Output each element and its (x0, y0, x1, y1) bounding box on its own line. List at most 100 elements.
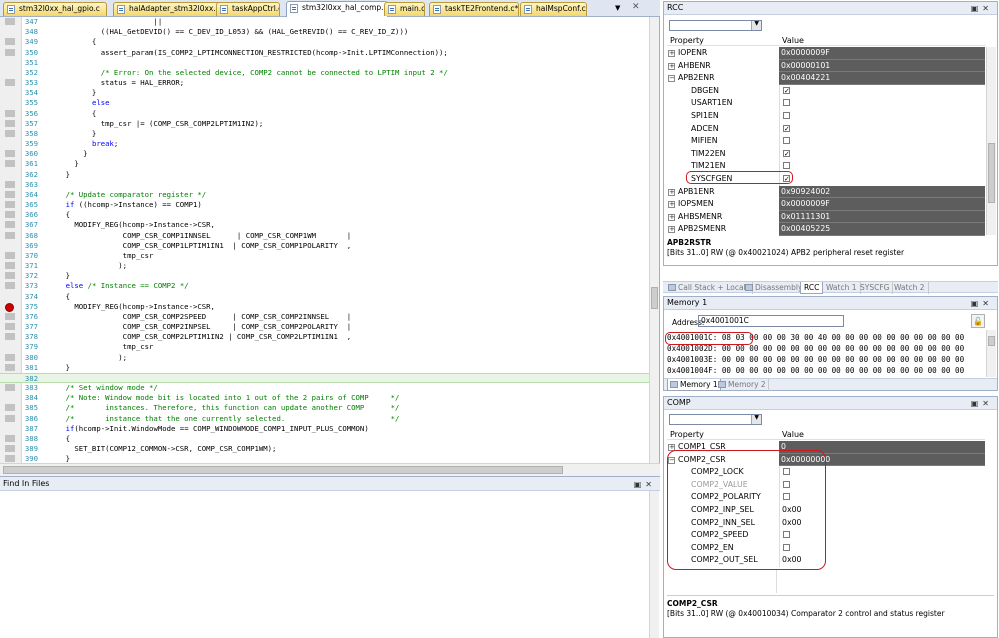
code-line[interactable]: 390 } (0, 454, 659, 463)
checkbox[interactable] (783, 137, 790, 145)
checkbox[interactable]: ✓ (783, 124, 790, 132)
memory-line[interactable]: 0x4001004F: 00 00 00 00 00 00 00 00 00 0… (667, 365, 964, 376)
property-row[interactable]: ADCEN ✓ (667, 122, 985, 136)
close-icon[interactable]: ✕ (632, 2, 640, 12)
code-line[interactable]: 383 /* Set window mode */ (0, 383, 659, 393)
checkbox[interactable] (783, 112, 790, 119)
code-line[interactable]: 356 { (0, 109, 659, 119)
code-line[interactable]: 371 ); (0, 261, 659, 271)
comp-filter-dropdown[interactable]: ▼ (669, 414, 762, 425)
tab-stm32l0xx-hal-gpio[interactable]: stm32l0xx_hal_gpio.c (3, 2, 107, 16)
property-row[interactable]: + APB2SMENR 0x00405225 (667, 223, 985, 236)
code-line[interactable]: 355 else (0, 98, 659, 108)
code-line[interactable]: 372 } (0, 271, 659, 281)
tab-watch-2[interactable]: Watch 2 (891, 282, 929, 294)
tab-memory-2[interactable]: Memory 2 (716, 379, 770, 391)
tab-disassembly[interactable]: Disassembly (743, 282, 806, 294)
code-line[interactable]: 353 status = HAL_ERROR; (0, 78, 659, 88)
code-line[interactable]: 389 SET_BIT(COMP12_COMMON->CSR, COMP_CSR… (0, 444, 659, 454)
memory-line[interactable]: 0x4001003E: 00 00 00 00 00 00 00 00 00 0… (667, 354, 964, 365)
address-input[interactable]: 0x4001001C (698, 315, 844, 327)
code-line[interactable]: 357 tmp_csr |= (COMP_CSR_COMP2LPTIM1IN2)… (0, 119, 659, 129)
code-line[interactable]: 362 } (0, 170, 659, 180)
property-row[interactable]: − APB2ENR 0x00404221 (667, 72, 985, 85)
property-row[interactable]: + AHBENR 0x00000101 (667, 59, 985, 73)
property-row[interactable]: TIM22EN ✓ (667, 147, 985, 161)
code-line[interactable]: 352 /* Error: On the selected device, CO… (0, 68, 659, 78)
property-row[interactable]: + IOPSMEN 0x0000009F (667, 198, 985, 211)
code-line[interactable]: 365 if ((hcomp->Instance) == COMP1) (0, 200, 659, 210)
property-value[interactable] (779, 160, 985, 173)
pane-window-buttons[interactable]: ▣✕ (971, 298, 993, 310)
scrollbar-thumb[interactable] (651, 287, 658, 309)
rcc-filter-dropdown[interactable]: ▼ (669, 20, 762, 31)
hscroll-thumb[interactable] (3, 466, 563, 474)
code-line[interactable]: 367 MODIFY_REG(hcomp->Instance->CSR, (0, 220, 659, 230)
expand-icon[interactable]: + (668, 201, 675, 209)
property-row[interactable]: SPI1EN (667, 110, 985, 123)
code-line[interactable]: 351 (0, 58, 659, 68)
code-line[interactable]: 348 ((HAL_GetDEVID() == C_DEV_ID_L053) &… (0, 27, 659, 37)
tab-halmspconf[interactable]: halMspConf.c (520, 2, 587, 16)
tab-haladapter[interactable]: halAdapter_stm32l0xx.c (113, 2, 223, 16)
code-line[interactable]: 366 { (0, 210, 659, 220)
property-value[interactable]: 0x90924002 (779, 185, 985, 199)
collapse-icon[interactable]: − (668, 75, 675, 83)
property-value[interactable]: ✓ (779, 147, 985, 161)
code-line[interactable]: 380 ); (0, 353, 659, 363)
rcc-vertical-scrollbar[interactable] (986, 47, 996, 235)
rcc-property-grid[interactable]: + IOPENR 0x0000009F + AHBENR 0x00000101− APB2E… (667, 47, 985, 236)
property-value[interactable]: 0x0000009F (779, 47, 985, 60)
tab-syscfg[interactable]: SYSCFG (857, 282, 894, 294)
code-line[interactable]: 385 /* instances. Therefore, this functi… (0, 403, 659, 413)
checkbox[interactable] (783, 99, 790, 107)
lock-icon[interactable]: 🔓 (971, 314, 985, 328)
code-line[interactable]: 350 assert_param(IS_COMP2_LPTIMCONNECTIO… (0, 48, 659, 58)
code-line[interactable]: 386 /* instance that the one currently s… (0, 414, 659, 424)
expand-icon[interactable]: + (668, 50, 675, 57)
code-line[interactable]: 363 (0, 180, 659, 190)
code-line[interactable]: 388 { (0, 434, 659, 444)
tab-list-dropdown-icon[interactable]: ▼ (615, 4, 625, 12)
code-line[interactable]: 374 { (0, 292, 659, 302)
tab-memory-1[interactable]: Memory 1 (667, 379, 722, 391)
code-line[interactable]: 354 } (0, 88, 659, 98)
find-vertical-scrollbar[interactable] (649, 491, 659, 638)
property-value[interactable] (779, 135, 985, 148)
code-line[interactable]: 359 break; (0, 139, 659, 149)
checkbox[interactable]: ✓ (783, 86, 790, 94)
scrollbar-thumb[interactable] (988, 143, 995, 203)
code-line[interactable]: 364 /* Update comparator register */ (0, 190, 659, 200)
editor-vertical-scrollbar[interactable] (649, 17, 659, 463)
code-line[interactable]: 377 COMP_CSR_COMP2INPSEL | COMP_CSR_COMP… (0, 322, 659, 332)
property-row[interactable]: USART1EN (667, 97, 985, 110)
tab-tasktE2frontend[interactable]: taskTE2Frontend.c* (429, 2, 519, 16)
tab-watch-1[interactable]: Watch 1 (823, 282, 861, 294)
checkbox[interactable] (783, 162, 790, 170)
property-row[interactable]: + APB1ENR 0x90924002 (667, 185, 985, 199)
pane-window-buttons[interactable]: ▣✕ (634, 478, 656, 491)
property-row[interactable]: DBGEN ✓ (667, 84, 985, 98)
memory-vertical-scrollbar[interactable] (986, 330, 996, 377)
code-line[interactable]: 375 MODIFY_REG(hcomp->Instance->CSR, (0, 302, 659, 312)
property-row[interactable]: + IOPENR 0x0000009F (667, 47, 985, 60)
code-line[interactable]: 378 COMP_CSR_COMP2LPTIM1IN2 | COMP_CSR_C… (0, 332, 659, 342)
scrollbar-thumb[interactable] (988, 336, 995, 346)
property-value[interactable]: ✓ (779, 173, 985, 186)
code-line[interactable]: 349 { (0, 37, 659, 47)
code-line[interactable]: 370 tmp_csr (0, 251, 659, 261)
tab-taskappctrl[interactable]: taskAppCtrl.c (216, 2, 280, 16)
code-line[interactable]: 361 } (0, 159, 659, 169)
pane-window-buttons[interactable]: ▣✕ (971, 3, 993, 15)
property-row[interactable]: MIFIEN (667, 135, 985, 148)
expand-icon[interactable]: + (668, 226, 675, 234)
property-value[interactable]: 0x01111301 (779, 210, 985, 224)
checkbox[interactable]: ✓ (783, 149, 790, 157)
property-value[interactable] (779, 110, 985, 123)
property-value[interactable]: 0x00000101 (779, 59, 985, 73)
expand-icon[interactable]: + (668, 188, 675, 196)
property-row[interactable]: + AHBSMENR 0x01111301 (667, 210, 985, 224)
expand-icon[interactable]: + (668, 213, 675, 221)
code-editor[interactable]: 347 || 348 ((HAL_GetDEVID() == C_DEV_ID_L… (0, 17, 660, 463)
property-value[interactable]: ✓ (779, 84, 985, 98)
